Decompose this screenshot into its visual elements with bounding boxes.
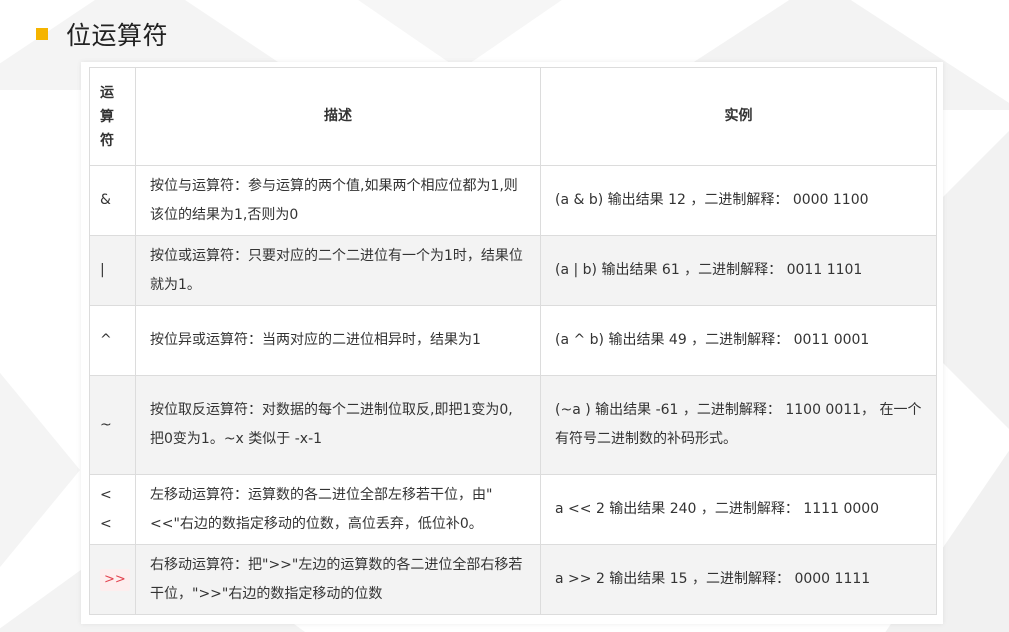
table-card: 运 算 符 描述 实例 & 按位与运算符：参与运算的两个值,如果两个相应位都为1… xyxy=(81,62,943,624)
description-cell: 按位与运算符：参与运算的两个值,如果两个相应位都为1,则该位的结果为1,否则为0 xyxy=(135,165,541,236)
header-description: 描述 xyxy=(135,67,541,166)
description-cell: 按位异或运算符：当两对应的二进位相异时，结果为1 xyxy=(135,305,541,376)
operator-cell: & xyxy=(89,165,136,236)
section-heading: 位运算符 xyxy=(36,17,168,51)
description-cell: 按位取反运算符：对数据的每个二进制位取反,即把1变为0,把0变为1。~x 类似于… xyxy=(135,375,541,475)
table-row: | 按位或运算符：只要对应的二个二进位有一个为1时，结果位就为1。 (a | b… xyxy=(89,235,937,306)
table-header-row: 运 算 符 描述 实例 xyxy=(89,67,937,166)
table-row: & 按位与运算符：参与运算的两个值,如果两个相应位都为1,则该位的结果为1,否则… xyxy=(89,165,937,236)
table-row: ~ 按位取反运算符：对数据的每个二进制位取反,即把1变为0,把0变为1。~x 类… xyxy=(89,375,937,475)
example-cell: (a ^ b) 输出结果 49 ，二进制解释： 0011 0001 xyxy=(540,305,937,376)
page-title: 位运算符 xyxy=(66,21,169,50)
example-cell: a >> 2 输出结果 15 ，二进制解释： 0000 1111 xyxy=(540,544,937,615)
table-row: >> 右移动运算符：把">>"左边的运算数的各二进位全部右移若干位，">>"右边… xyxy=(89,544,937,615)
description-cell: 右移动运算符：把">>"左边的运算数的各二进位全部右移若干位，">>"右边的数指… xyxy=(135,544,541,615)
example-cell: (~a ) 输出结果 -61 ，二进制解释： 1100 0011， 在一个有符号… xyxy=(540,375,937,475)
description-cell: 左移动运算符：运算数的各二进位全部左移若干位，由"<<"右边的数指定移动的位数，… xyxy=(135,474,541,545)
operator-cell: >> xyxy=(89,544,136,615)
header-example: 实例 xyxy=(540,67,937,166)
example-cell: (a & b) 输出结果 12 ，二进制解释： 0000 1100 xyxy=(540,165,937,236)
header-operator: 运 算 符 xyxy=(89,67,136,166)
operator-cell: < < xyxy=(89,474,136,545)
operator-cell: | xyxy=(89,235,136,306)
example-cell: a << 2 输出结果 240 ，二进制解释： 1111 0000 xyxy=(540,474,937,545)
example-cell: (a | b) 输出结果 61 ，二进制解释： 0011 1101 xyxy=(540,235,937,306)
description-cell: 按位或运算符：只要对应的二个二进位有一个为1时，结果位就为1。 xyxy=(135,235,541,306)
operator-code-tag: >> xyxy=(100,569,130,591)
bullet-square-icon xyxy=(36,28,48,40)
table-row: < < 左移动运算符：运算数的各二进位全部左移若干位，由"<<"右边的数指定移动… xyxy=(89,474,937,545)
operator-table: 运 算 符 描述 实例 & 按位与运算符：参与运算的两个值,如果两个相应位都为1… xyxy=(89,67,937,615)
table-row: ^ 按位异或运算符：当两对应的二进位相异时，结果为1 (a ^ b) 输出结果 … xyxy=(89,305,937,376)
operator-cell: ^ xyxy=(89,305,136,376)
operator-cell: ~ xyxy=(89,375,136,475)
